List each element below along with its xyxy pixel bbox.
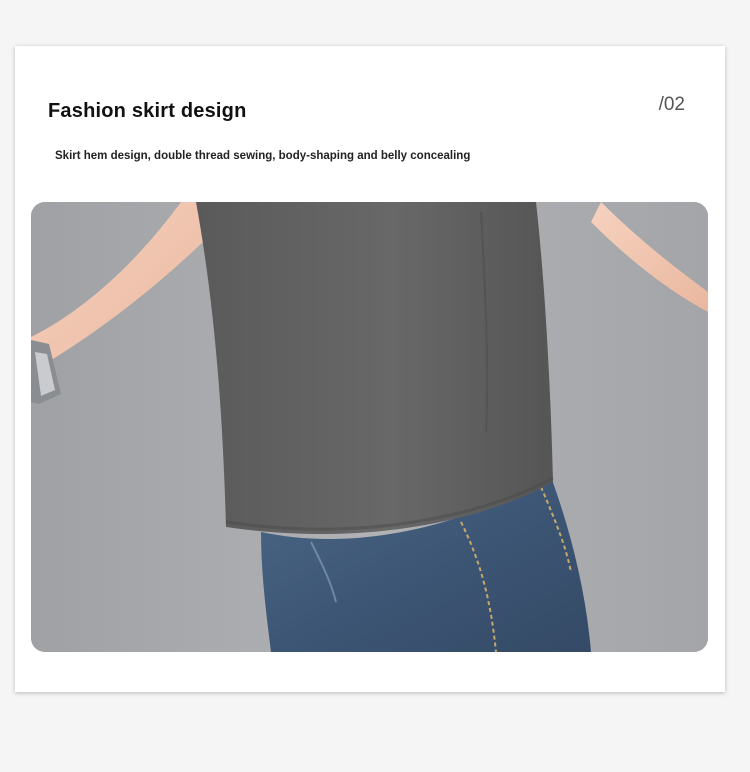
section-title: Fashion skirt design bbox=[48, 100, 247, 122]
content-card: Fashion skirt design /02 Skirt hem desig… bbox=[15, 46, 725, 692]
page-number: /02 bbox=[658, 94, 685, 115]
product-photo bbox=[31, 202, 708, 652]
product-photo-illustration bbox=[31, 202, 708, 652]
section-subtitle: Skirt hem design, double thread sewing, … bbox=[55, 150, 471, 162]
